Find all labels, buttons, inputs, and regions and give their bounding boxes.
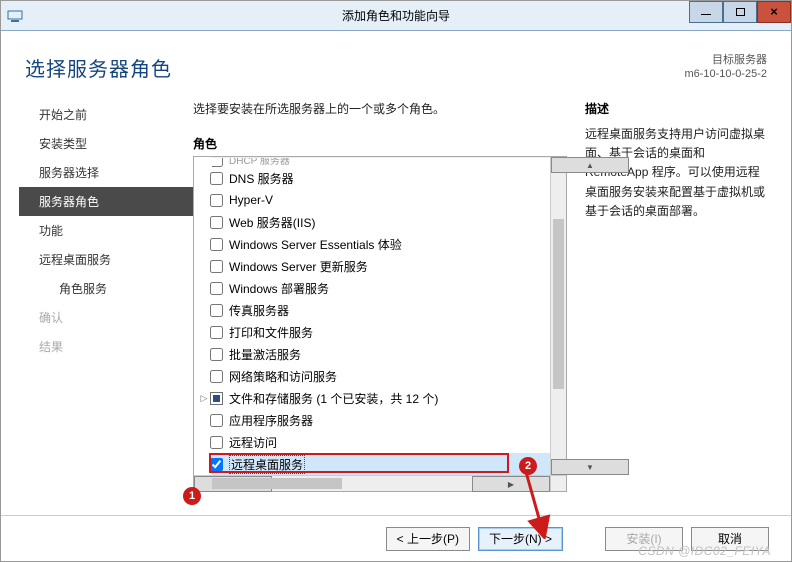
role-checkbox[interactable] [210, 216, 223, 229]
role-checkbox[interactable] [210, 458, 223, 471]
role-label: DNS 服务器 [229, 170, 294, 187]
wizard-nav: 开始之前安装类型服务器选择服务器角色功能远程桌面服务角色服务确认结果 [19, 100, 193, 492]
intro-text: 选择要安装在所选服务器上的一个或多个角色。 [193, 100, 567, 117]
role-label: 网络策略和访问服务 [229, 368, 337, 385]
roles-label: 角色 [193, 135, 567, 152]
role-checkbox[interactable] [210, 238, 223, 251]
maximize-button[interactable] [723, 1, 757, 23]
nav-item-1[interactable]: 安装类型 [19, 129, 193, 158]
role-label: Web 服务器(IIS) [229, 214, 315, 231]
role-checkbox[interactable] [210, 348, 223, 361]
prev-button[interactable]: < 上一步(P) [386, 527, 470, 551]
role-label: 打印和文件服务 [229, 324, 313, 341]
nav-item-2[interactable]: 服务器选择 [19, 158, 193, 187]
role-row[interactable]: Hyper-V [212, 189, 550, 211]
role-checkbox[interactable] [210, 282, 223, 295]
role-row[interactable]: Windows 部署服务 [212, 277, 550, 299]
role-checkbox[interactable] [210, 436, 223, 449]
scroll-thumb-horizontal[interactable] [212, 478, 342, 489]
nav-item-5[interactable]: 远程桌面服务 [19, 245, 193, 274]
role-checkbox[interactable] [210, 172, 223, 185]
role-checkbox[interactable] [210, 194, 223, 207]
description-label: 描述 [585, 100, 767, 117]
role-checkbox[interactable] [212, 157, 223, 167]
role-checkbox[interactable] [210, 304, 223, 317]
scroll-down-button[interactable]: ▼ [551, 459, 629, 475]
roles-listbox[interactable]: DHCP 服务器 DNS 服务器 Hyper-V Web 服务器(IIS) Window… [193, 156, 567, 492]
role-checkbox[interactable] [210, 370, 223, 383]
nav-item-4[interactable]: 功能 [19, 216, 193, 245]
role-checkbox-mixed[interactable] [210, 392, 223, 405]
target-server-name: m6-10-10-0-25-2 [684, 67, 767, 81]
nav-item-0[interactable]: 开始之前 [19, 100, 193, 129]
role-label: 应用程序服务器 [229, 412, 313, 429]
role-row[interactable]: 远程访问 [212, 431, 550, 453]
role-label: Hyper-V [229, 193, 273, 207]
role-label: 文件和存储服务 (1 个已安装，共 12 个) [229, 390, 438, 407]
role-row[interactable]: 打印和文件服务 [212, 321, 550, 343]
scroll-up-button[interactable]: ▲ [551, 157, 629, 173]
role-label: 远程访问 [229, 434, 277, 451]
role-label: Windows 部署服务 [229, 280, 329, 297]
nav-item-3[interactable]: 服务器角色 [19, 187, 193, 216]
role-row[interactable]: DHCP 服务器 [212, 157, 550, 167]
role-checkbox[interactable] [210, 326, 223, 339]
window-title: 添加角色和功能向导 [1, 7, 791, 24]
role-row[interactable]: Windows Server Essentials 体验 [212, 233, 550, 255]
minimize-button[interactable] [689, 1, 723, 23]
nav-item-8: 结果 [19, 332, 193, 361]
role-row[interactable]: 网络策略和访问服务 [212, 365, 550, 387]
vertical-scrollbar[interactable]: ▲ ▼ [550, 157, 566, 475]
role-label: 远程桌面服务 [229, 455, 305, 474]
page-title: 选择服务器角色 [25, 53, 172, 82]
role-label: 批量激活服务 [229, 346, 301, 363]
watermark: CSDN @IDC02_FEIYA [638, 544, 771, 558]
role-row[interactable]: Web 服务器(IIS) [212, 211, 550, 233]
role-row[interactable]: 批量激活服务 [212, 343, 550, 365]
scroll-thumb-vertical[interactable] [553, 219, 564, 389]
annotation-arrow [516, 469, 556, 539]
horizontal-scrollbar[interactable]: ◀ ▶ [194, 475, 550, 491]
role-checkbox[interactable] [210, 414, 223, 427]
role-row[interactable]: 传真服务器 [212, 299, 550, 321]
tree-expander-icon[interactable]: ▷ [198, 393, 210, 404]
target-server-label: 目标服务器 [684, 53, 767, 67]
target-server-meta: 目标服务器 m6-10-10-0-25-2 [684, 53, 767, 82]
role-row[interactable]: 远程桌面服务 [212, 453, 550, 475]
role-checkbox[interactable] [210, 260, 223, 273]
role-label: DHCP 服务器 [229, 157, 290, 167]
role-label: Windows Server Essentials 体验 [229, 236, 402, 253]
annotation-badge-2: 2 [519, 457, 537, 475]
role-row[interactable]: 应用程序服务器 [212, 409, 550, 431]
title-bar: 添加角色和功能向导 × [1, 1, 791, 31]
annotation-badge-1: 1 [183, 487, 201, 505]
close-button[interactable]: × [757, 1, 791, 23]
role-row[interactable]: DNS 服务器 [212, 167, 550, 189]
role-row[interactable]: ▷文件和存储服务 (1 个已安装，共 12 个) [212, 387, 550, 409]
role-label: Windows Server 更新服务 [229, 258, 368, 275]
role-label: 传真服务器 [229, 302, 289, 319]
role-row[interactable]: Windows Server 更新服务 [212, 255, 550, 277]
nav-item-6[interactable]: 角色服务 [19, 274, 193, 303]
nav-item-7: 确认 [19, 303, 193, 332]
